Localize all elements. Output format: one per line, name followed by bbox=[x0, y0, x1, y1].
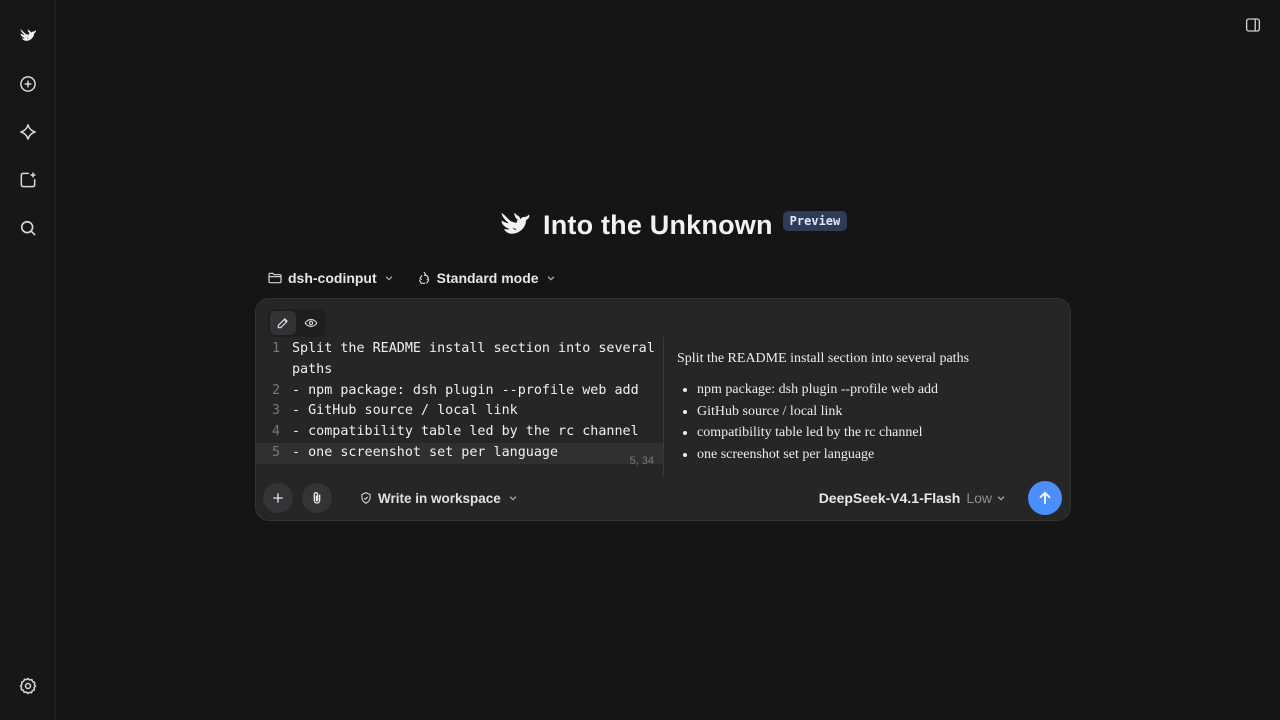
pane-divider bbox=[663, 337, 664, 477]
explore-icon[interactable] bbox=[12, 116, 44, 148]
project-selector[interactable]: dsh-codinput bbox=[267, 270, 394, 286]
paperclip-icon bbox=[313, 492, 321, 504]
send-button[interactable] bbox=[1028, 481, 1062, 515]
line-text: - compatibility table led by the rc chan… bbox=[292, 424, 639, 440]
composer-actions: Write in workspace DeepSeek-V4.1-Flash L… bbox=[263, 480, 1062, 516]
line-number: 1 bbox=[271, 341, 280, 356]
chevron-down-icon bbox=[997, 496, 1005, 501]
page-title: Into the Unknown bbox=[543, 209, 773, 240]
arrow-up-icon bbox=[1039, 491, 1051, 505]
line-text: - GitHub source / local link bbox=[292, 403, 518, 419]
mode-selector[interactable]: Standard mode bbox=[416, 270, 556, 286]
attach-button[interactable] bbox=[302, 483, 332, 513]
preview-mode-button[interactable] bbox=[298, 311, 324, 335]
preview-badge: Preview bbox=[782, 211, 848, 231]
code-line: 1 Split the README install section into … bbox=[256, 339, 664, 381]
list-item: compatibility table led by the rc channe… bbox=[697, 422, 1057, 444]
chevron-down-icon bbox=[547, 276, 554, 281]
new-chat-icon[interactable] bbox=[12, 68, 44, 100]
preview-heading: Split the README install section into se… bbox=[677, 351, 970, 366]
line-number: 5 bbox=[271, 444, 280, 460]
edit-mode-button[interactable] bbox=[270, 311, 296, 335]
composer: 1 Split the README install section into … bbox=[255, 298, 1071, 521]
code-line: 3 - GitHub source / local link bbox=[256, 401, 664, 422]
add-button[interactable] bbox=[263, 483, 293, 513]
markdown-editor[interactable]: 1 Split the README install section into … bbox=[256, 339, 664, 479]
list-item: GitHub source / local link bbox=[697, 401, 1057, 423]
line-number: 2 bbox=[271, 382, 280, 398]
list-item: npm package: dsh plugin --profile web ad… bbox=[697, 379, 1057, 401]
new-project-icon[interactable] bbox=[12, 164, 44, 196]
model-name: DeepSeek-V4.1-Flash bbox=[818, 490, 961, 506]
workspace-label: Write in workspace bbox=[378, 490, 501, 506]
code-line-current: 5 - one screenshot set per language bbox=[256, 442, 664, 464]
hero: Into the Unknown Preview bbox=[497, 206, 848, 244]
pencil-icon bbox=[277, 318, 288, 329]
model-level: Low bbox=[966, 490, 992, 506]
deepseek-logo-icon bbox=[501, 212, 530, 234]
chevron-down-icon bbox=[509, 496, 517, 501]
search-icon[interactable] bbox=[12, 212, 44, 244]
line-text: - one screenshot set per language bbox=[292, 444, 559, 460]
list-item: one screenshot set per language bbox=[697, 444, 1057, 466]
markdown-preview: Split the README install section into se… bbox=[677, 351, 1057, 465]
workspace-selector[interactable]: Write in workspace bbox=[359, 491, 518, 506]
line-text: Split the README install section into se… bbox=[292, 341, 663, 377]
sidebar bbox=[0, 0, 56, 720]
logo-icon[interactable] bbox=[12, 20, 44, 52]
plus-icon bbox=[273, 493, 283, 503]
cursor-position: 5, 34 bbox=[629, 455, 654, 467]
line-number: 3 bbox=[271, 403, 280, 419]
project-name: dsh-codinput bbox=[288, 270, 377, 286]
preview-list: npm package: dsh plugin --profile web ad… bbox=[677, 379, 1057, 465]
folder-icon bbox=[268, 272, 282, 284]
toggle-panel-icon[interactable] bbox=[1242, 14, 1264, 36]
composer-toolbar: dsh-codinput Standard mode bbox=[267, 267, 556, 289]
settings-icon[interactable] bbox=[12, 670, 44, 702]
mode-icon bbox=[418, 271, 430, 284]
code-line: 2 - npm package: dsh plugin --profile we… bbox=[256, 381, 664, 402]
edit-preview-toggle bbox=[268, 309, 326, 337]
chevron-down-icon bbox=[385, 276, 393, 281]
eye-icon bbox=[304, 318, 318, 328]
shield-edit-icon bbox=[361, 492, 371, 504]
mode-name: Standard mode bbox=[436, 270, 539, 286]
line-text: - npm package: dsh plugin --profile web … bbox=[292, 382, 639, 398]
code-line: 4 - compatibility table led by the rc ch… bbox=[256, 422, 664, 443]
line-number: 4 bbox=[271, 424, 280, 440]
model-selector[interactable]: DeepSeek-V4.1-Flash Low bbox=[819, 490, 1006, 506]
